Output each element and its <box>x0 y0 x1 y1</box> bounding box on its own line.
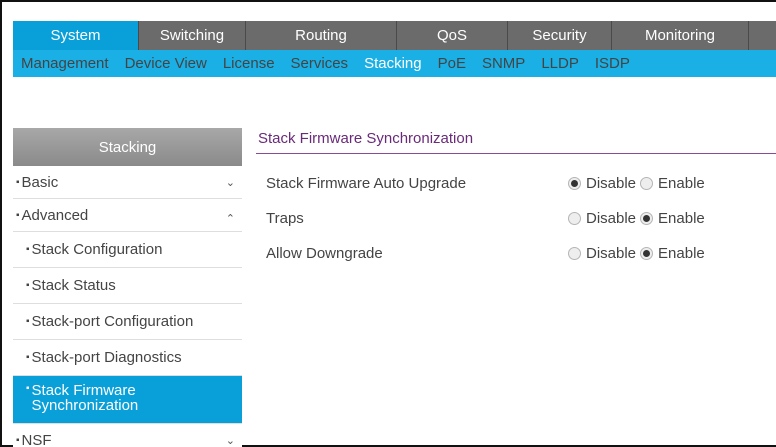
bullet-icon: ▪ <box>26 316 30 327</box>
sidebar-item-advanced[interactable]: ▪ Advanced ⌃ <box>13 199 242 232</box>
subnav-lldp[interactable]: LLDP <box>533 55 587 72</box>
settings-form: Stack Firmware Auto Upgrade Disable Enab… <box>256 166 776 271</box>
bullet-icon: ▪ <box>26 244 30 255</box>
sidebar-item-nsf[interactable]: ▪ NSF ⌄ <box>13 424 242 447</box>
option-label: Enable <box>658 245 705 262</box>
sidebar-item-stack-port-configuration[interactable]: ▪ Stack-port Configuration <box>13 304 242 340</box>
chevron-up-icon[interactable]: ⌃ <box>226 212 235 225</box>
radio-selected-icon[interactable] <box>640 247 654 260</box>
page-title: Stack Firmware Synchronization <box>256 124 776 154</box>
bullet-icon: ▪ <box>26 352 30 363</box>
main-content: Stack Firmware Synchronization Stack Fir… <box>256 124 776 271</box>
sidebar-item-stack-configuration[interactable]: ▪ Stack Configuration <box>13 232 242 268</box>
chevron-down-icon[interactable]: ⌄ <box>226 176 235 189</box>
option-label: Disable <box>586 210 637 227</box>
sidebar-item-label: Basic <box>21 173 59 191</box>
subnav-device-view[interactable]: Device View <box>117 55 215 72</box>
field-label: Traps <box>266 210 304 227</box>
sidebar-header: Stacking <box>13 128 242 166</box>
top-nav: System Switching Routing QoS Security Mo… <box>13 21 776 50</box>
subnav-stacking[interactable]: Stacking <box>356 55 430 72</box>
radio-unselected-icon[interactable] <box>568 247 581 260</box>
traps-disable-radio[interactable]: Disable <box>568 210 636 227</box>
radio-selected-icon[interactable] <box>568 177 581 190</box>
form-row-auto-upgrade: Stack Firmware Auto Upgrade Disable Enab… <box>266 166 776 201</box>
sub-nav: Management Device View License Services … <box>13 50 776 77</box>
form-row-traps: Traps Disable Enable <box>266 201 776 236</box>
field-label: Stack Firmware Auto Upgrade <box>266 175 467 192</box>
sidebar-item-label: Stack-port Diagnostics <box>31 349 182 366</box>
sidebar-item-label: NSF <box>21 431 52 447</box>
tab-security[interactable]: Security <box>508 21 612 50</box>
subnav-license[interactable]: License <box>215 55 283 72</box>
sidebar-item-stack-status[interactable]: ▪ Stack Status <box>13 268 242 304</box>
traps-enable-radio[interactable]: Enable <box>640 210 705 227</box>
option-label: Enable <box>658 175 705 192</box>
page-title-text: Stack Firmware Synchronization <box>258 130 474 147</box>
option-label: Enable <box>658 210 705 227</box>
sidebar-item-basic[interactable]: ▪ Basic ⌄ <box>13 166 242 199</box>
sidebar-item-label: Stack Configuration <box>31 241 163 258</box>
subnav-poe[interactable]: PoE <box>430 55 474 72</box>
sidebar-item-label: Advanced <box>21 206 89 224</box>
downgrade-enable-radio[interactable]: Enable <box>640 245 705 262</box>
sidebar-item-stack-port-diagnostics[interactable]: ▪ Stack-port Diagnostics <box>13 340 242 376</box>
subnav-management[interactable]: Management <box>13 55 117 72</box>
tab-monitoring[interactable]: Monitoring <box>612 21 749 50</box>
option-label: Disable <box>586 245 637 262</box>
auto-upgrade-enable-radio[interactable]: Enable <box>640 175 705 192</box>
tab-routing[interactable]: Routing <box>246 21 397 50</box>
tab-switching[interactable]: Switching <box>139 21 246 50</box>
bullet-icon: ▪ <box>26 280 30 291</box>
bullet-icon: ▪ <box>16 434 20 446</box>
sidebar-item-label: Stack-port Configuration <box>31 313 194 330</box>
subnav-isdp[interactable]: ISDP <box>587 55 638 72</box>
radio-unselected-icon[interactable] <box>568 212 581 225</box>
sidebar: Stacking ▪ Basic ⌄ ▪ Advanced ⌃ ▪ Stack … <box>13 128 242 447</box>
field-label: Allow Downgrade <box>266 245 383 262</box>
subnav-services[interactable]: Services <box>283 55 357 72</box>
option-label: Disable <box>586 175 637 192</box>
radio-unselected-icon[interactable] <box>640 177 654 190</box>
radio-selected-icon[interactable] <box>640 212 654 225</box>
downgrade-disable-radio[interactable]: Disable <box>568 245 636 262</box>
auto-upgrade-disable-radio[interactable]: Disable <box>568 175 636 192</box>
tab-more[interactable] <box>749 21 776 50</box>
sidebar-item-stack-firmware-synchronization[interactable]: ▪ Stack Firmware Synchronization <box>13 376 242 424</box>
subnav-snmp[interactable]: SNMP <box>474 55 533 72</box>
bullet-icon: ▪ <box>26 383 30 394</box>
form-row-allow-downgrade: Allow Downgrade Disable Enable <box>266 236 776 271</box>
tab-system[interactable]: System <box>13 21 139 50</box>
sidebar-item-label: Stack Status <box>31 277 116 294</box>
tab-qos[interactable]: QoS <box>397 21 508 50</box>
bullet-icon: ▪ <box>16 176 20 188</box>
bullet-icon: ▪ <box>16 209 20 221</box>
sidebar-item-label: Stack Firmware Synchronization <box>31 382 139 414</box>
chevron-down-icon[interactable]: ⌄ <box>226 434 235 447</box>
